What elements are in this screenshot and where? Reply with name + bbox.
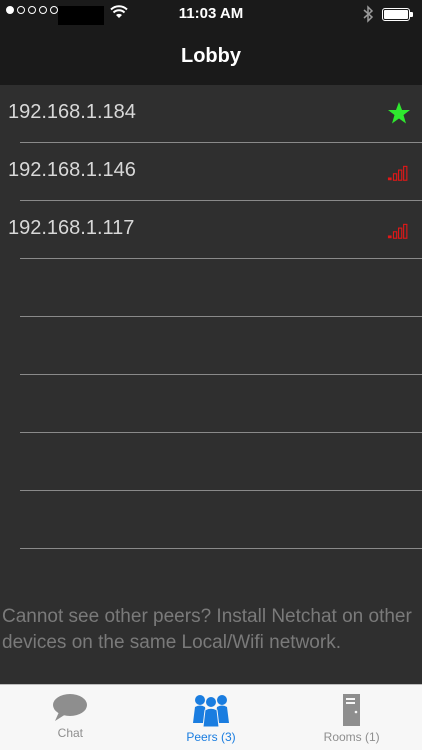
status-time: 11:03 AM bbox=[178, 5, 244, 22]
tab-peers[interactable]: Peers (3) bbox=[141, 685, 282, 750]
chat-bubble-icon bbox=[53, 694, 88, 721]
bluetooth-icon bbox=[363, 5, 374, 23]
empty-row bbox=[0, 491, 422, 549]
battery-icon bbox=[382, 8, 410, 21]
empty-row bbox=[0, 433, 422, 491]
tab-rooms[interactable]: Rooms (1) bbox=[281, 685, 422, 750]
page-title: Lobby bbox=[181, 45, 241, 67]
door-icon bbox=[342, 694, 360, 726]
peer-row[interactable]: 192.168.1.184 bbox=[0, 85, 422, 143]
tab-label: Chat bbox=[57, 726, 84, 740]
peer-list: 192.168.1.184 192.168.1.146 192.168.1.11… bbox=[0, 85, 422, 549]
install-hint: Cannot see other peers? Install Netchat … bbox=[2, 606, 412, 653]
peer-ip: 192.168.1.146 bbox=[8, 159, 136, 181]
peer-row[interactable]: 192.168.1.117 bbox=[0, 201, 422, 259]
tab-label: Peers (3) bbox=[186, 730, 236, 744]
empty-row bbox=[0, 259, 422, 317]
star-icon bbox=[388, 102, 410, 124]
tab-chat[interactable]: Chat bbox=[0, 685, 141, 750]
empty-row bbox=[0, 375, 422, 433]
signal-strength-icon bbox=[387, 165, 408, 181]
tab-bar: Chat Peers (3) Rooms (1) bbox=[0, 684, 422, 750]
peer-ip: 192.168.1.117 bbox=[8, 217, 135, 239]
signal-strength-icon bbox=[387, 223, 408, 239]
people-icon bbox=[193, 695, 229, 727]
status-bar: 11:03 AM bbox=[0, 0, 422, 28]
empty-row bbox=[0, 317, 422, 375]
navigation-bar: Lobby bbox=[0, 28, 422, 85]
tab-label: Rooms (1) bbox=[323, 730, 380, 744]
battery-tip bbox=[410, 12, 413, 17]
peer-row[interactable]: 192.168.1.146 bbox=[0, 143, 422, 201]
peer-ip: 192.168.1.184 bbox=[8, 101, 136, 123]
